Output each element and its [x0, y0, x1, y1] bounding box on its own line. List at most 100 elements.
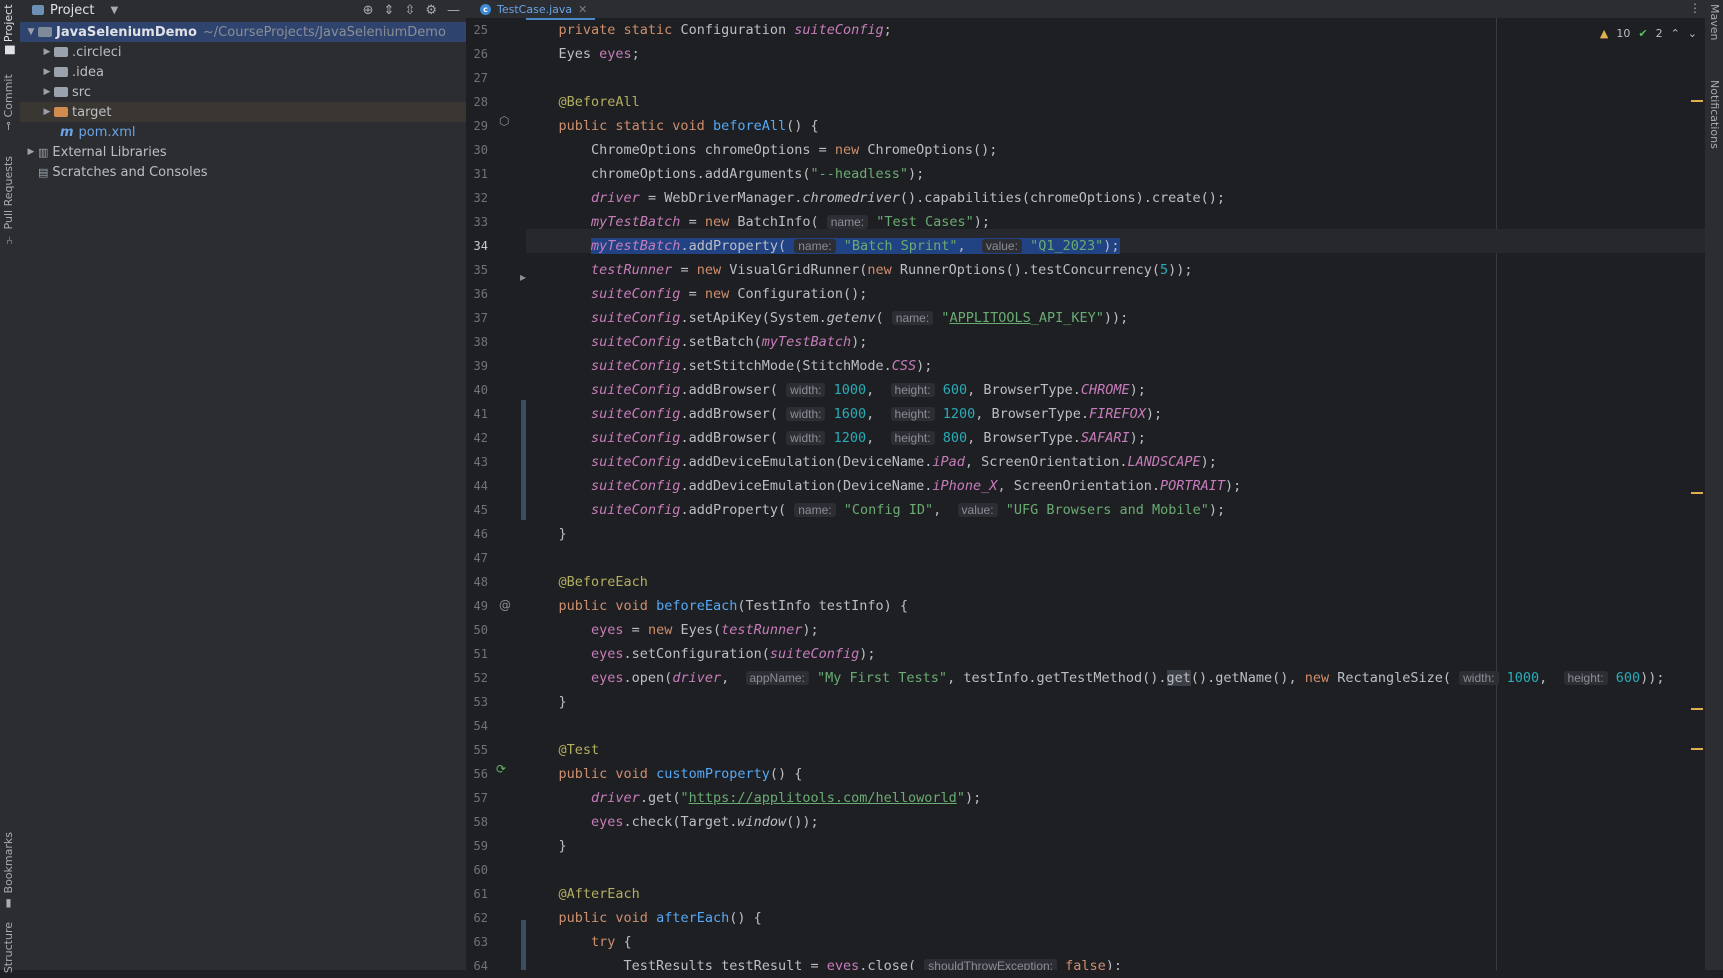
tree-item-pom[interactable]: m pom.xml	[20, 122, 466, 142]
code-line-38: suiteConfig.setBatch(myTestBatch);	[591, 334, 868, 350]
code-line-37: suiteConfig.setApiKey(System.getenv( nam…	[591, 310, 1129, 326]
line-number: 52	[473, 671, 488, 685]
line-number: 47	[473, 551, 488, 565]
tree-item-external-libraries[interactable]: ▶ ▥ External Libraries	[20, 142, 466, 162]
code-line-53: }	[526, 694, 567, 710]
tree-item-idea[interactable]: ▶ .idea	[20, 62, 466, 82]
line-number: 60	[473, 863, 488, 877]
tool-tab-structure[interactable]: Structure	[2, 922, 15, 973]
tool-tab-maven[interactable]: Maven	[1708, 4, 1721, 40]
line-number: 35	[473, 263, 488, 277]
implements-icon[interactable]: @	[499, 598, 511, 612]
editor-tab-bar: c TestCase.java ✕ ⋮	[466, 0, 1705, 20]
code-line-29: public static void beforeAll() {	[558, 118, 819, 134]
folder-icon	[54, 67, 68, 77]
module-folder-icon	[38, 27, 52, 37]
more-options-icon[interactable]: ⋮	[1689, 1, 1701, 15]
code-editor[interactable]: private static Configuration suiteConfig…	[526, 18, 1705, 970]
line-number: 37	[473, 311, 488, 325]
code-line-61: @AfterEach	[558, 886, 640, 902]
line-number: 59	[473, 839, 488, 853]
tree-item-circleci[interactable]: ▶ .circleci	[20, 42, 466, 62]
pull-request-icon: ⑂	[2, 233, 15, 245]
line-number: 38	[473, 335, 488, 349]
code-line-33: myTestBatch = new BatchInfo( name: "Test…	[591, 214, 991, 230]
project-toolbar: ⊕ ⇕ ⇳ ⚙ —	[363, 0, 460, 20]
line-number: 39	[473, 359, 488, 373]
tool-tab-pull-requests[interactable]: ⑂ Pull Requests	[2, 156, 15, 244]
line-number: 34	[473, 239, 488, 253]
folder-icon: ▆	[2, 45, 15, 55]
code-line-59: }	[526, 838, 567, 854]
tool-tab-bookmarks[interactable]: ▮ Bookmarks	[2, 832, 15, 910]
line-number: 61	[473, 887, 488, 901]
bookmark-icon: ▮	[2, 897, 15, 911]
expand-all-icon[interactable]: ⇕	[384, 3, 395, 18]
chevron-down-icon[interactable]: ▼	[24, 27, 38, 37]
java-class-icon: c	[480, 3, 491, 15]
tool-tab-project[interactable]: ▆ Project	[2, 4, 15, 54]
code-line-46: }	[526, 526, 567, 542]
line-number: 48	[473, 575, 488, 589]
code-line-42: suiteConfig.addBrowser( width: 1200, hei…	[591, 430, 1146, 446]
fold-icon[interactable]: ⬡	[499, 114, 509, 128]
line-number: 28	[473, 95, 488, 109]
code-line-39: suiteConfig.setStitchMode(StitchMode.CSS…	[591, 358, 933, 374]
collapse-all-icon[interactable]: ⇳	[404, 3, 415, 18]
line-number: 64	[473, 959, 488, 973]
gear-icon[interactable]: ⚙	[425, 3, 437, 18]
line-number: 33	[473, 215, 488, 229]
line-number: 42	[473, 431, 488, 445]
line-number: 40	[473, 383, 488, 397]
code-line-58: eyes.check(Target.window());	[591, 814, 819, 830]
code-line-57: driver.get("https://applitools.com/hello…	[591, 790, 982, 806]
chevron-right-icon[interactable]: ▶	[40, 67, 54, 77]
run-test-icon[interactable]: ⟳	[496, 762, 506, 776]
chevron-right-icon[interactable]: ▶	[40, 87, 54, 97]
tool-tab-notifications[interactable]: Notifications	[1708, 80, 1721, 149]
tree-item-target[interactable]: ▶ target	[20, 102, 466, 122]
code-line-32: driver = WebDriverManager.chromedriver()…	[591, 190, 1226, 206]
locate-icon[interactable]: ⊕	[363, 3, 374, 18]
tab-testcase-java[interactable]: c TestCase.java ✕	[472, 0, 596, 20]
folder-icon	[54, 87, 68, 97]
project-view-selector[interactable]: Project	[50, 3, 94, 18]
line-number: 50	[473, 623, 488, 637]
tree-item-scratches[interactable]: ▤ Scratches and Consoles	[20, 162, 466, 182]
line-number: 56	[473, 767, 488, 781]
tree-item-src[interactable]: ▶ src	[20, 82, 466, 102]
scratches-icon: ▤	[38, 165, 49, 179]
close-icon[interactable]: ✕	[578, 3, 587, 16]
chevron-down-icon[interactable]: ▼	[110, 5, 118, 16]
line-number: 41	[473, 407, 488, 421]
code-line-63: try {	[591, 934, 632, 950]
line-number: 51	[473, 647, 488, 661]
tree-item-root[interactable]: ▼ JavaSeleniumDemo ~/CourseProjects/Java…	[20, 22, 466, 42]
folder-icon	[54, 47, 68, 57]
chevron-right-icon[interactable]: ▶	[40, 107, 54, 117]
code-line-40: suiteConfig.addBrowser( width: 1000, hei…	[591, 382, 1146, 398]
minimize-icon[interactable]: —	[447, 3, 460, 18]
code-line-34: myTestBatch.addProperty( name: "Batch Sp…	[591, 238, 1120, 254]
left-tool-strip: ▆ Project ⊸ Commit ⑂ Pull Requests ▮ Bookmar…	[0, 0, 21, 973]
excluded-folder-icon	[54, 107, 68, 117]
library-icon: ▥	[38, 145, 49, 159]
project-tree: ▼ JavaSeleniumDemo ~/CourseProjects/Java…	[20, 22, 466, 182]
line-number: 31	[473, 167, 488, 181]
code-line-48: @BeforeEach	[558, 574, 648, 590]
line-number: 55	[473, 743, 488, 757]
chevron-right-icon[interactable]: ▶	[40, 47, 54, 57]
line-number: 27	[473, 71, 488, 85]
code-line-30: ChromeOptions chromeOptions = new Chrome…	[526, 142, 998, 158]
line-number: 57	[473, 791, 488, 805]
chevron-right-icon[interactable]: ▶	[24, 147, 38, 157]
line-number: 62	[473, 911, 488, 925]
line-number: 49	[473, 599, 488, 613]
line-number: 25	[473, 23, 488, 37]
tool-tab-commit[interactable]: ⊸ Commit	[2, 74, 15, 130]
code-line-41: suiteConfig.addBrowser( width: 1600, hei…	[591, 406, 1163, 422]
code-line-55: @Test	[558, 742, 600, 758]
code-line-25: private static Configuration suiteConfig…	[558, 22, 892, 38]
